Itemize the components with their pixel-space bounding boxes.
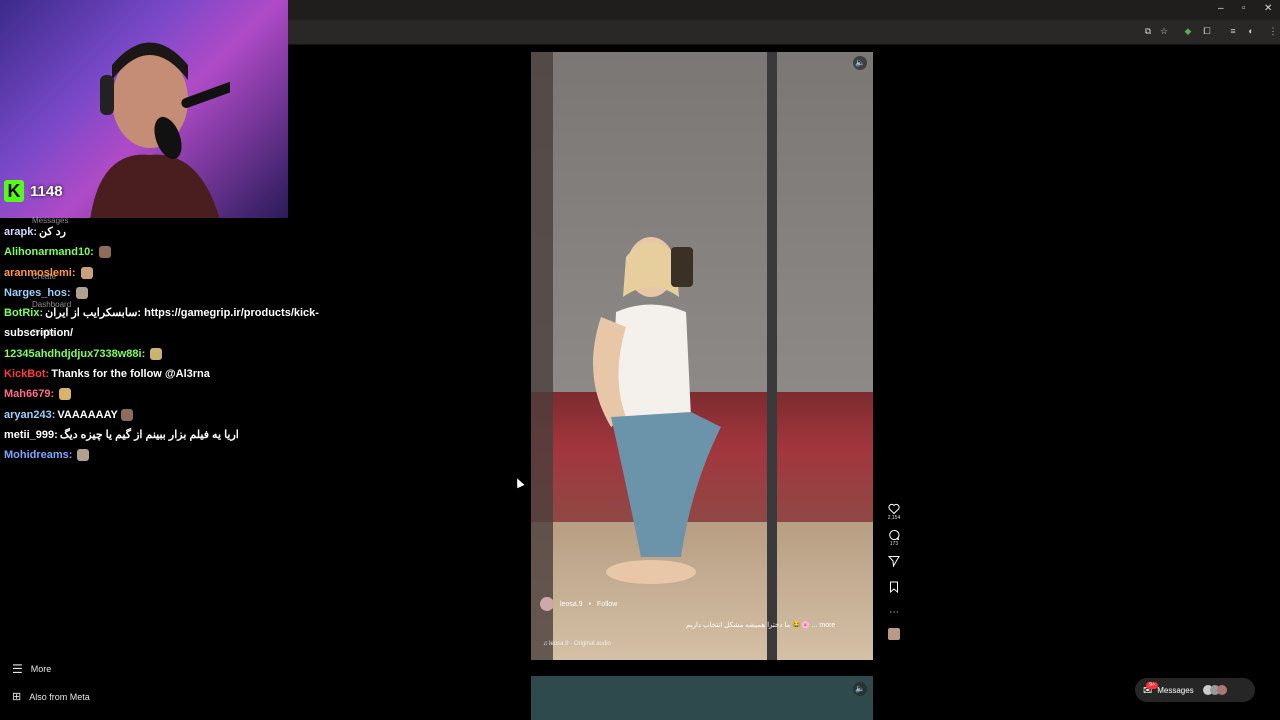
install-app-icon[interactable]: ⧉ [1143,26,1153,36]
mouse-cursor-icon [513,476,525,489]
chat-username[interactable]: BotRix: [4,307,43,319]
avatar[interactable] [540,597,554,611]
viewer-count-badge: K 1148 [4,180,63,202]
chat-username[interactable]: aryan243: [4,409,55,421]
reel-actions: 2,154 173 ⋯ [885,503,903,640]
heart-icon[interactable] [888,503,900,515]
video-subject [593,237,721,584]
menu-icon[interactable]: ⋮ [1268,26,1278,36]
more-options-icon[interactable]: ⋯ [885,607,903,618]
audio-avatar[interactable] [888,628,900,640]
chat-message: KickBot: Thanks for the follow @Al3rna [4,364,334,384]
next-reel-preview[interactable]: 🔈 [531,676,873,720]
like-count: 2,154 [887,515,901,521]
extensions-puzzle-icon[interactable]: ⧠ [1202,26,1212,36]
chat-message: aranmoslemi: [4,263,334,283]
chat-message: Narges_hos: [4,283,334,303]
profile-icon[interactable]: ◐ [1246,26,1256,36]
chat-username[interactable]: Mah6679: [4,388,54,400]
music-note-icon: ♫ [543,641,548,647]
kick-logo-icon: K [4,180,24,202]
chat-text: VAAAAAAY [57,408,118,421]
reel-video[interactable]: 🔈 [531,52,873,660]
stream-chat: arapk: رد کن Alihonarmand10: aranmoslemi: Na… [4,222,334,466]
chat-message: arapk: رد کن [4,222,334,242]
webcam-overlay: K 1148 [0,0,288,218]
reel-audio[interactable]: ♫ leosa.9 · Original audio [543,641,611,647]
sidebar-item-label: More [30,664,52,674]
streamer-figure [90,42,230,218]
meta-icon: ⊞ [12,691,22,703]
emote-icon [120,408,133,421]
chat-text: رد کن [39,226,66,238]
emote-icon [59,388,72,401]
chat-username[interactable]: Alihonarmand10: [4,246,94,258]
sidebar-item-label: Also from Meta [29,691,90,702]
video-mirror-bar [767,52,777,660]
comment-icon[interactable] [888,529,900,541]
avatar-stack [1202,685,1227,695]
comment-count: 173 [889,541,899,547]
chat-username[interactable]: Narges_hos: [4,287,71,299]
emote-icon [150,347,163,360]
media-icon[interactable]: ≡ [1228,26,1238,36]
chat-message: aryan243: VAAAAAAY [4,405,334,425]
chat-message: Mah6679: [4,384,334,404]
chat-username[interactable]: metii_999: [4,429,58,441]
chat-text: اریا یه فیلم بزار ببینم از گیم یا چیزه د… [59,428,239,441]
viewer-count: 1148 [30,182,63,200]
chat-text: سابسکرایب از ایران: https://gamegrip.ir/… [4,307,319,340]
emote-icon [75,286,88,299]
mute-icon[interactable]: 🔈 [853,682,867,696]
chat-text: Thanks for the follow @Al3rna [51,368,210,381]
reel-author-name[interactable]: leosa.9 [560,601,583,608]
video-mirror-frame [531,52,553,660]
close-icon[interactable]: ✕ [1264,3,1272,14]
chat-username[interactable]: arapk: [4,226,37,238]
minimize-icon[interactable]: – [1218,3,1224,14]
notification-badge: 9+ [1146,682,1158,689]
share-icon[interactable] [888,555,900,567]
reel-audio-label: leosa.9 · Original audio [549,641,611,647]
hamburger-icon: ☰ [12,662,23,676]
chat-message: Mohidreams: [4,445,334,465]
emote-icon [77,449,90,462]
bookmark-icon[interactable] [888,581,900,593]
chat-username[interactable]: Mohidreams: [4,449,72,461]
emote-icon [98,246,111,259]
reel-author-row: leosa.9 • Follow [540,597,617,611]
chat-message: BotRix: سابسکرایب از ایران: https://gameg… [4,303,334,344]
restore-icon[interactable]: ▫ [1242,3,1246,14]
bookmark-star-icon[interactable]: ☆ [1159,26,1169,36]
sidebar-item-also-from-meta[interactable]: ⊞ Also from Meta [12,690,90,703]
follow-button[interactable]: Follow [597,601,617,608]
chat-message: Alihonarmand10: [4,242,334,262]
chat-message: 12345ahdhdjdjux7338w88i: [4,344,334,364]
extension-icon[interactable]: ◆ [1183,26,1193,36]
mute-icon[interactable]: 🔈 [853,56,867,70]
chat-username[interactable]: aranmoslemi: [4,267,76,279]
chat-message: metii_999: اریا یه فیلم بزار ببینم از گیم… [4,425,334,445]
reel-caption[interactable]: ما دخترا همیشه مشکل انتخاب داریم 😂🌸 ... … [686,621,835,629]
emote-icon [80,266,93,279]
chat-username[interactable]: 12345ahdhdjdjux7338w88i: [4,348,145,360]
chat-username[interactable]: KickBot: [4,368,49,380]
messages-label: Messages [1157,685,1194,695]
sidebar-item-more[interactable]: ☰ More [12,662,51,676]
